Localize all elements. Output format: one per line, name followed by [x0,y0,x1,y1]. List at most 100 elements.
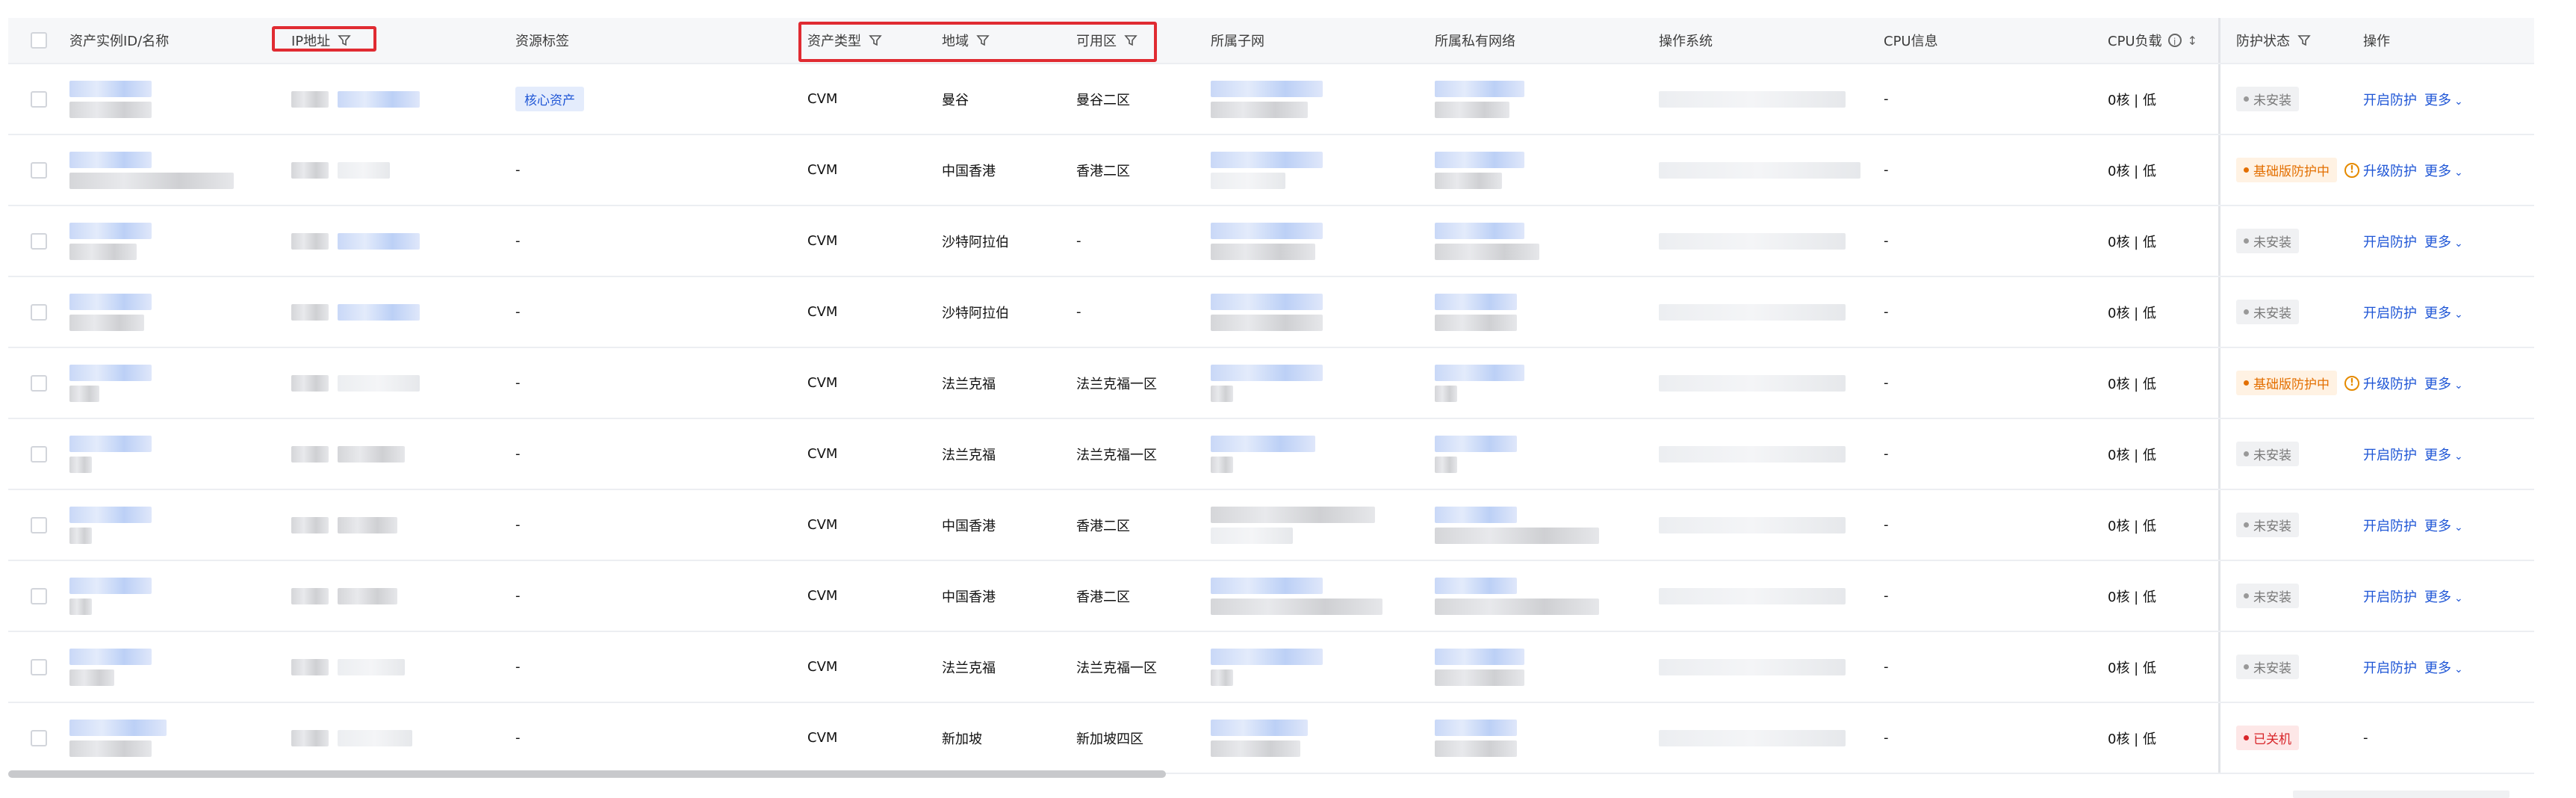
redacted-content [69,151,234,189]
action-link[interactable]: 开启防护 [2363,445,2417,464]
row-checkbox[interactable] [8,658,69,675]
row-checkbox[interactable] [8,232,69,250]
more-menu[interactable]: 更多 ⌄ [2424,445,2463,464]
cell-actions: 开启防护 更多 ⌄ [2363,658,2534,677]
action-link[interactable]: 开启防护 [2363,303,2417,322]
more-menu[interactable]: 更多 ⌄ [2424,303,2463,322]
more-menu[interactable]: 更多 ⌄ [2424,658,2463,677]
row-checkbox[interactable] [8,516,69,533]
status-dot-icon [2244,167,2249,173]
tag-text: - [515,304,521,320]
action-link[interactable]: 开启防护 [2363,516,2417,535]
cell-status: 基础版防护中! [2229,158,2363,182]
row-checkbox[interactable] [8,303,69,321]
more-menu[interactable]: 更多 ⌄ [2424,161,2463,180]
tag-text: - [515,446,521,462]
table-row[interactable]: - CVM 中国香港 香港二区 - 0核 | 低 未安装 开启防护 更多 ⌄ [8,561,2534,632]
cell-id[interactable] [69,80,291,118]
status-dot-icon [2244,238,2249,244]
cell-ip [291,445,515,463]
row-checkbox[interactable] [8,729,69,746]
more-label: 更多 [2424,660,2451,676]
sort-icon[interactable]: ↕ [2188,34,2197,48]
cell-subnet [1211,648,1435,686]
redacted-content [69,506,152,544]
redacted-content [291,658,329,675]
more-menu[interactable]: 更多 ⌄ [2424,232,2463,251]
action-link[interactable]: 开启防护 [2363,232,2417,251]
sticky-column-divider [2218,64,2220,134]
more-menu[interactable]: 更多 ⌄ [2424,587,2463,606]
cell-os [1659,161,1884,179]
action-link[interactable]: 开启防护 [2363,658,2417,677]
more-menu[interactable]: 更多 ⌄ [2424,374,2463,393]
more-menu[interactable]: 更多 ⌄ [2424,90,2463,109]
table-body: 核心资产 CVM 曼谷 曼谷二区 - 0核 | 低 未安装 开启防护 更多 ⌄ -… [8,64,2534,774]
action-link[interactable]: 升级防护 [2363,374,2417,393]
status-filter-icon[interactable] [2297,34,2311,47]
row-checkbox[interactable] [8,374,69,392]
cell-status: 未安装 [2229,300,2363,324]
sticky-column-divider [2218,490,2220,560]
cell-id[interactable] [69,506,291,544]
tag-text: - [515,162,521,178]
header-cpuload[interactable]: CPU负载 i ↕ [2108,31,2229,50]
table-row[interactable]: - CVM 法兰克福 法兰克福一区 - 0核 | 低 基础版防护中! 升级防护 … [8,348,2534,419]
table-row[interactable]: - CVM 中国香港 香港二区 - 0核 | 低 未安装 开启防护 更多 ⌄ [8,490,2534,561]
cell-id[interactable] [69,293,291,331]
table-row[interactable]: 核心资产 CVM 曼谷 曼谷二区 - 0核 | 低 未安装 开启防护 更多 ⌄ [8,64,2534,135]
cell-actions: 升级防护 更多 ⌄ [2363,374,2534,393]
info-icon[interactable]: i [2167,34,2182,47]
cell-id[interactable] [69,364,291,402]
cell-cpuinfo: - [1884,517,1889,533]
row-checkbox[interactable] [8,161,69,179]
row-checkbox[interactable] [8,587,69,604]
redacted-content [1211,435,1315,473]
redacted-content [1435,364,1524,402]
redacted-content [1659,374,1846,392]
cell-tag: - [515,659,807,675]
cell-id[interactable] [69,577,291,615]
horizontal-scrollbar[interactable] [8,770,1166,778]
cell-os [1659,729,1884,746]
cell-tag: - [515,304,807,320]
cell-actions: 开启防护 更多 ⌄ [2363,232,2534,251]
cell-id[interactable] [69,648,291,686]
table-row[interactable]: - CVM 沙特阿拉伯 - - 0核 | 低 未安装 开启防护 更多 ⌄ [8,206,2534,277]
cell-id[interactable] [69,719,291,757]
warning-icon[interactable]: ! [2344,375,2359,391]
cell-id[interactable] [69,222,291,260]
redacted-content [338,587,397,604]
table-row[interactable]: - CVM 法兰克福 法兰克福一区 - 0核 | 低 未安装 开启防护 更多 ⌄ [8,419,2534,490]
cell-tag: - [515,446,807,462]
resource-tag[interactable]: 核心资产 [515,87,584,111]
row-checkbox[interactable] [8,90,69,108]
redacted-content [1659,232,1846,250]
table-row[interactable]: - CVM 中国香港 香港二区 - 0核 | 低 基础版防护中! 升级防护 更多… [8,135,2534,206]
redacted-content [69,80,152,118]
action-link[interactable]: 升级防护 [2363,161,2417,180]
cell-ip [291,587,515,604]
cell-id[interactable] [69,435,291,473]
tag-text: - [515,659,521,675]
status-badge: 已关机 [2236,726,2299,750]
action-link[interactable]: 开启防护 [2363,587,2417,606]
row-checkbox[interactable] [8,445,69,463]
table-row[interactable]: - CVM 法兰克福 法兰克福一区 - 0核 | 低 未安装 开启防护 更多 ⌄ [8,632,2534,703]
more-label: 更多 [2424,376,2451,392]
chevron-down-icon: ⌄ [2454,166,2463,179]
more-menu[interactable]: 更多 ⌄ [2424,516,2463,535]
cell-type: CVM [807,233,838,249]
table-row[interactable]: - CVM 沙特阿拉伯 - - 0核 | 低 未安装 开启防护 更多 ⌄ [8,277,2534,348]
status-dot-icon [2244,735,2249,740]
action-link[interactable]: 开启防护 [2363,90,2417,109]
warning-icon[interactable]: ! [2344,162,2359,178]
cell-status: 未安装 [2229,655,2363,679]
header-status[interactable]: 防护状态 [2229,31,2363,50]
cell-tag: - [515,375,807,391]
table-row[interactable]: - CVM 新加坡 新加坡四区 - 0核 | 低 已关机 - [8,703,2534,774]
select-all-checkbox[interactable] [8,32,69,49]
cell-id[interactable] [69,151,291,189]
redacted-content [338,374,420,392]
cell-ip [291,516,515,533]
